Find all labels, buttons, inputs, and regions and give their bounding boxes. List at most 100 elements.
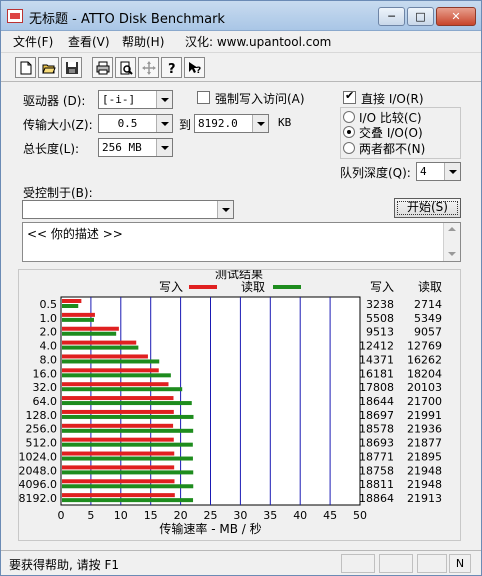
write-bar bbox=[62, 312, 95, 317]
overlapped-io-label: 交叠 I/O(O) bbox=[359, 126, 423, 140]
write-value: 18758 bbox=[359, 464, 394, 477]
minimize-button[interactable]: ─ bbox=[378, 7, 405, 26]
total-length-select[interactable]: 256 MB bbox=[98, 138, 173, 157]
write-column-header: 写入 bbox=[370, 280, 394, 294]
write-bar bbox=[62, 479, 175, 484]
status-panel-2 bbox=[379, 554, 413, 573]
close-button[interactable]: ✕ bbox=[436, 7, 476, 26]
chevron-down-icon[interactable] bbox=[252, 115, 268, 132]
x-axis-label: 传输速率 - MB / 秒 bbox=[159, 521, 261, 536]
drive-select[interactable]: [-i-] bbox=[98, 90, 173, 109]
start-button-focus-rect bbox=[397, 201, 458, 215]
print-preview-icon[interactable] bbox=[115, 57, 136, 78]
neither-io-label: 两者都不(N) bbox=[359, 142, 426, 156]
maximize-button[interactable]: □ bbox=[407, 7, 434, 26]
menu-file[interactable]: 文件(F) bbox=[13, 33, 53, 50]
controlled-by-label: 受控制于(B): bbox=[23, 186, 93, 200]
read-bar bbox=[62, 414, 194, 419]
read-bar bbox=[62, 304, 79, 308]
read-bar bbox=[62, 387, 183, 392]
x-tick-label: 50 bbox=[353, 509, 367, 522]
new-document-icon[interactable] bbox=[15, 57, 36, 78]
chevron-down-icon[interactable] bbox=[156, 139, 172, 156]
scroll-down-icon[interactable] bbox=[444, 248, 460, 261]
move-crosshair-icon[interactable] bbox=[138, 57, 159, 78]
write-value: 3238 bbox=[366, 298, 394, 311]
svg-text:?: ? bbox=[196, 66, 201, 75]
y-tick-label: 1024.0 bbox=[19, 450, 57, 463]
results-chart: 测试结果写入 读取 写入 读取0 5 10 15 20 25 30 35 40 45 50传输速率 - M… bbox=[19, 266, 443, 536]
description-textarea[interactable]: << 你的描述 >> bbox=[22, 222, 461, 262]
y-tick-label: 1.0 bbox=[40, 312, 58, 325]
read-bar bbox=[62, 484, 194, 489]
queue-depth-select[interactable]: 4 bbox=[416, 162, 461, 181]
io-compare-radio[interactable] bbox=[343, 111, 355, 123]
read-value: 21877 bbox=[407, 437, 442, 450]
transfer-size-to-select[interactable]: 8192.0 bbox=[194, 114, 269, 133]
kb-unit-label: KB bbox=[278, 116, 292, 129]
queue-depth-label: 队列深度(Q): bbox=[340, 166, 411, 180]
y-tick-label: 64.0 bbox=[33, 395, 58, 408]
to-label: 到 bbox=[179, 118, 192, 132]
y-tick-label: 4096.0 bbox=[19, 478, 57, 491]
menu-view[interactable]: 查看(V) bbox=[68, 33, 110, 50]
y-tick-label: 8192.0 bbox=[19, 492, 57, 505]
read-value: 21948 bbox=[407, 464, 442, 477]
write-value: 9513 bbox=[366, 326, 394, 339]
write-bar bbox=[62, 299, 82, 303]
y-tick-label: 0.5 bbox=[40, 298, 58, 311]
chevron-down-icon[interactable] bbox=[444, 163, 460, 180]
write-bar bbox=[62, 423, 174, 428]
start-button[interactable]: 开始(S) bbox=[394, 198, 461, 218]
overlapped-io-radio[interactable] bbox=[343, 126, 355, 138]
read-value: 21913 bbox=[407, 492, 442, 505]
queue-depth-value: 4 bbox=[420, 165, 427, 178]
app-window: 无标题 - ATTO Disk Benchmark ─ □ ✕ 文件(F) 查看… bbox=[0, 0, 482, 576]
read-value: 21948 bbox=[407, 478, 442, 491]
chevron-down-icon[interactable] bbox=[217, 201, 233, 218]
title-bar[interactable]: 无标题 - ATTO Disk Benchmark ─ □ ✕ bbox=[1, 1, 481, 31]
read-value: 16262 bbox=[407, 353, 442, 366]
write-bar bbox=[62, 368, 159, 373]
read-value: 9057 bbox=[414, 326, 442, 339]
y-tick-label: 2048.0 bbox=[19, 464, 57, 477]
legend-write-label: 写入 bbox=[159, 280, 183, 294]
write-bar bbox=[62, 354, 148, 359]
direct-io-checkbox[interactable] bbox=[343, 89, 356, 104]
x-tick-label: 0 bbox=[58, 509, 65, 522]
description-text: << 你的描述 >> bbox=[27, 227, 123, 241]
transfer-size-from-select[interactable]: 0.5 bbox=[98, 114, 173, 133]
menu-help[interactable]: 帮助(H) bbox=[122, 33, 164, 50]
write-value: 18697 bbox=[359, 409, 394, 422]
read-bar bbox=[62, 442, 193, 447]
help-question-icon[interactable]: ? bbox=[161, 57, 182, 78]
drive-value: [-i-] bbox=[102, 93, 136, 106]
read-bar bbox=[62, 428, 194, 433]
read-value: 12769 bbox=[407, 340, 442, 353]
num-lock-indicator: N bbox=[449, 554, 471, 573]
save-disk-icon[interactable] bbox=[61, 57, 82, 78]
read-bar bbox=[62, 401, 192, 406]
write-bar bbox=[62, 382, 169, 387]
menu-localized-credit[interactable]: 汉化: www.upantool.com bbox=[185, 33, 331, 50]
read-value: 20103 bbox=[407, 381, 442, 394]
read-bar bbox=[62, 359, 160, 364]
status-text: 要获得帮助, 请按 F1 bbox=[9, 558, 119, 572]
app-icon bbox=[7, 9, 23, 23]
chevron-down-icon[interactable] bbox=[156, 91, 172, 108]
y-tick-label: 512.0 bbox=[26, 437, 58, 450]
y-tick-label: 256.0 bbox=[26, 423, 58, 436]
print-icon[interactable] bbox=[92, 57, 113, 78]
read-bar bbox=[62, 470, 194, 475]
description-scrollbar[interactable] bbox=[443, 223, 460, 261]
scroll-up-icon[interactable] bbox=[444, 223, 460, 236]
x-tick-label: 30 bbox=[233, 509, 247, 522]
context-help-icon[interactable]: ? bbox=[184, 57, 205, 78]
x-tick-label: 25 bbox=[204, 509, 218, 522]
controlled-by-select[interactable] bbox=[22, 200, 234, 219]
chevron-down-icon[interactable] bbox=[156, 115, 172, 132]
open-folder-icon[interactable] bbox=[38, 57, 59, 78]
neither-io-radio[interactable] bbox=[343, 142, 355, 154]
force-write-checkbox[interactable] bbox=[197, 91, 210, 104]
x-tick-label: 35 bbox=[263, 509, 277, 522]
